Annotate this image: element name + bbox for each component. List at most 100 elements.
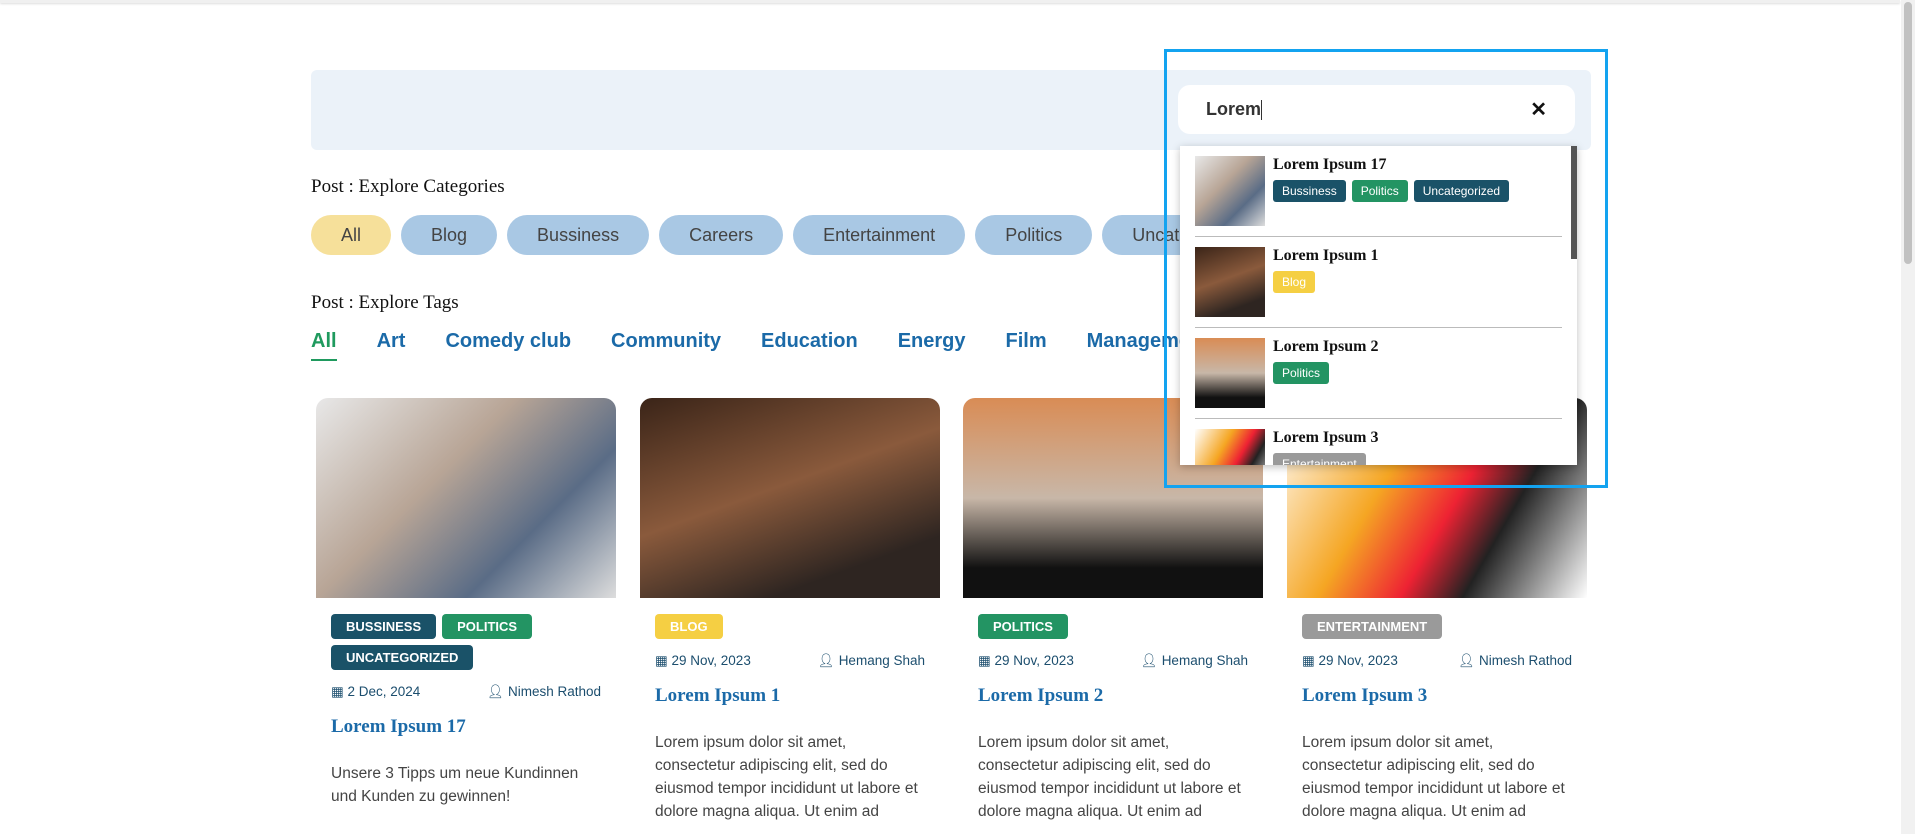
result-thumbnail: [1195, 247, 1265, 317]
result-body: Lorem Ipsum 2 Politics: [1265, 338, 1379, 408]
date-text: 29 Nov, 2023: [1318, 653, 1398, 668]
post-date: ▦ 29 Nov, 2023: [978, 653, 1074, 669]
post-badges: Blog: [640, 598, 940, 639]
category-badge[interactable]: Politics: [978, 614, 1068, 639]
result-body: Lorem Ipsum 17 Bussiness Politics Uncategor…: [1265, 156, 1510, 226]
post-title[interactable]: Lorem Ipsum 3: [1287, 669, 1587, 707]
tag-link-community[interactable]: Community: [611, 330, 721, 361]
result-badge: Politics: [1273, 362, 1330, 384]
result-thumbnail: [1195, 156, 1265, 226]
post-badges: Bussiness Politics Uncategorized: [316, 598, 616, 670]
result-title[interactable]: Lorem Ipsum 2: [1273, 338, 1379, 356]
result-badges: Bussiness Politics Uncategorized: [1273, 180, 1510, 202]
dropdown-scrollbar[interactable]: [1571, 146, 1577, 259]
category-pill-politics[interactable]: Politics: [975, 215, 1093, 255]
category-badge[interactable]: Entertainment: [1302, 614, 1443, 639]
category-badge[interactable]: Uncategorized: [331, 645, 474, 670]
post-excerpt: Unsere 3 Tipps um neue Kundinnen und Kun…: [331, 765, 579, 805]
post-author[interactable]: 👤︎ Hemang Shah: [1141, 653, 1248, 669]
result-badge: Bussiness: [1273, 180, 1346, 202]
result-thumbnail: [1195, 338, 1265, 408]
author-name: Hemang Shah: [838, 653, 925, 668]
search-result-item[interactable]: Lorem Ipsum 3 Entertainment: [1195, 419, 1562, 465]
search-result-item[interactable]: Lorem Ipsum 1 Blog: [1195, 237, 1562, 328]
post-card: Bussiness Politics Uncategorized ▦ 2 Dec, 2…: [316, 398, 616, 808]
tags-heading: Post : Explore Tags: [311, 292, 459, 313]
result-badge: Entertainment: [1273, 453, 1366, 465]
post-badges: Politics: [963, 598, 1263, 639]
category-pill-bussiness[interactable]: Bussiness: [507, 215, 650, 255]
calendar-icon: ▦: [1302, 653, 1319, 668]
post-meta: ▦ 29 Nov, 2023 👤︎ Hemang Shah: [963, 639, 1263, 669]
post-author[interactable]: 👤︎ Nimesh Rathod: [1458, 653, 1572, 669]
user-icon: 👤︎: [487, 684, 508, 699]
search-value: Lorem: [1206, 99, 1262, 119]
result-badges: Politics: [1273, 362, 1379, 384]
categories-heading: Post : Explore Categories: [311, 176, 505, 197]
category-pill-careers[interactable]: Careers: [659, 215, 784, 255]
post-title[interactable]: Lorem Ipsum 17: [316, 700, 616, 738]
post-title[interactable]: Lorem Ipsum 1: [640, 669, 940, 707]
user-icon: 👤︎: [817, 653, 839, 668]
post-meta: ▦ 29 Nov, 2023 👤︎ Hemang Shah: [640, 639, 940, 669]
post-meta: ▦ 2 Dec, 2024 👤︎ Nimesh Rathod: [316, 670, 616, 700]
text-caret: [1261, 100, 1263, 121]
category-pill-entertainment[interactable]: Entertainment: [793, 215, 966, 255]
post-excerpt: Lorem ipsum dolor sit amet, consectetur …: [1302, 734, 1565, 820]
post-excerpt: Lorem ipsum dolor sit amet, consectetur …: [655, 734, 918, 820]
post-badges: Entertainment: [1287, 598, 1587, 639]
post-date: ▦ 29 Nov, 2023: [655, 653, 751, 669]
tag-link-all[interactable]: All: [311, 330, 337, 361]
post-image[interactable]: [640, 398, 940, 598]
author-name: Nimesh Rathod: [1478, 653, 1572, 668]
tag-link-energy[interactable]: Energy: [898, 330, 966, 361]
result-title[interactable]: Lorem Ipsum 17: [1273, 156, 1509, 174]
close-icon[interactable]: ✕: [1530, 97, 1547, 122]
scrollbar-thumb[interactable]: [1904, 2, 1912, 264]
date-text: 29 Nov, 2023: [994, 653, 1074, 668]
tag-list: All Art Comedy club Community Education Energ…: [311, 330, 1209, 361]
result-badges: Entertainment: [1273, 453, 1379, 465]
category-pill-all[interactable]: All: [311, 215, 392, 255]
post-meta: ▦ 29 Nov, 2023 👤︎ Nimesh Rathod: [1287, 639, 1587, 669]
category-pills: All Blog Bussiness Careers Entertainment Poli…: [311, 215, 1279, 255]
post-date: ▦ 2 Dec, 2024: [331, 684, 420, 700]
tag-link-film[interactable]: Film: [1006, 330, 1047, 361]
result-body: Lorem Ipsum 1 Blog: [1265, 247, 1379, 317]
calendar-icon: ▦: [978, 653, 995, 668]
post-card: Blog ▦ 29 Nov, 2023 👤︎ Hemang Shah Lorem Ip…: [640, 398, 940, 823]
tag-link-art[interactable]: Art: [377, 330, 406, 361]
page-scrollbar[interactable]: [1901, 0, 1915, 834]
post-date: ▦ 29 Nov, 2023: [1302, 653, 1398, 669]
result-badge: Politics: [1351, 180, 1408, 202]
result-badges: Blog: [1273, 271, 1379, 293]
result-title[interactable]: Lorem Ipsum 3: [1273, 429, 1379, 447]
result-badge: Uncategorized: [1413, 180, 1510, 202]
post-title[interactable]: Lorem Ipsum 2: [963, 669, 1263, 707]
result-title[interactable]: Lorem Ipsum 1: [1273, 247, 1379, 265]
search-input[interactable]: Lorem ✕: [1178, 85, 1575, 134]
search-result-item[interactable]: Lorem Ipsum 17 Bussiness Politics Uncategor…: [1195, 146, 1562, 237]
search-results-dropdown: Lorem Ipsum 17 Bussiness Politics Uncategor…: [1180, 146, 1577, 465]
result-thumbnail: [1195, 429, 1265, 465]
post-author[interactable]: 👤︎ Nimesh Rathod: [487, 684, 601, 700]
category-badge[interactable]: Bussiness: [331, 614, 437, 639]
category-badge[interactable]: Politics: [442, 614, 533, 639]
date-text: 29 Nov, 2023: [671, 653, 751, 668]
search-result-item[interactable]: Lorem Ipsum 2 Politics: [1195, 328, 1562, 419]
date-text: 2 Dec, 2024: [347, 684, 421, 699]
result-badge: Blog: [1273, 271, 1316, 293]
calendar-icon: ▦: [331, 684, 348, 699]
category-pill-blog[interactable]: Blog: [401, 215, 498, 255]
post-author[interactable]: 👤︎ Hemang Shah: [818, 653, 925, 669]
author-name: Hemang Shah: [1161, 653, 1248, 668]
user-icon: 👤︎: [1458, 653, 1479, 668]
author-name: Nimesh Rathod: [507, 684, 601, 699]
category-badge[interactable]: Blog: [655, 614, 723, 639]
top-border: [0, 0, 1900, 3]
user-icon: 👤︎: [1140, 653, 1162, 668]
post-image[interactable]: [316, 398, 616, 598]
tag-link-education[interactable]: Education: [761, 330, 858, 361]
tag-link-comedy-club[interactable]: Comedy club: [445, 330, 571, 361]
result-body: Lorem Ipsum 3 Entertainment: [1265, 429, 1379, 465]
